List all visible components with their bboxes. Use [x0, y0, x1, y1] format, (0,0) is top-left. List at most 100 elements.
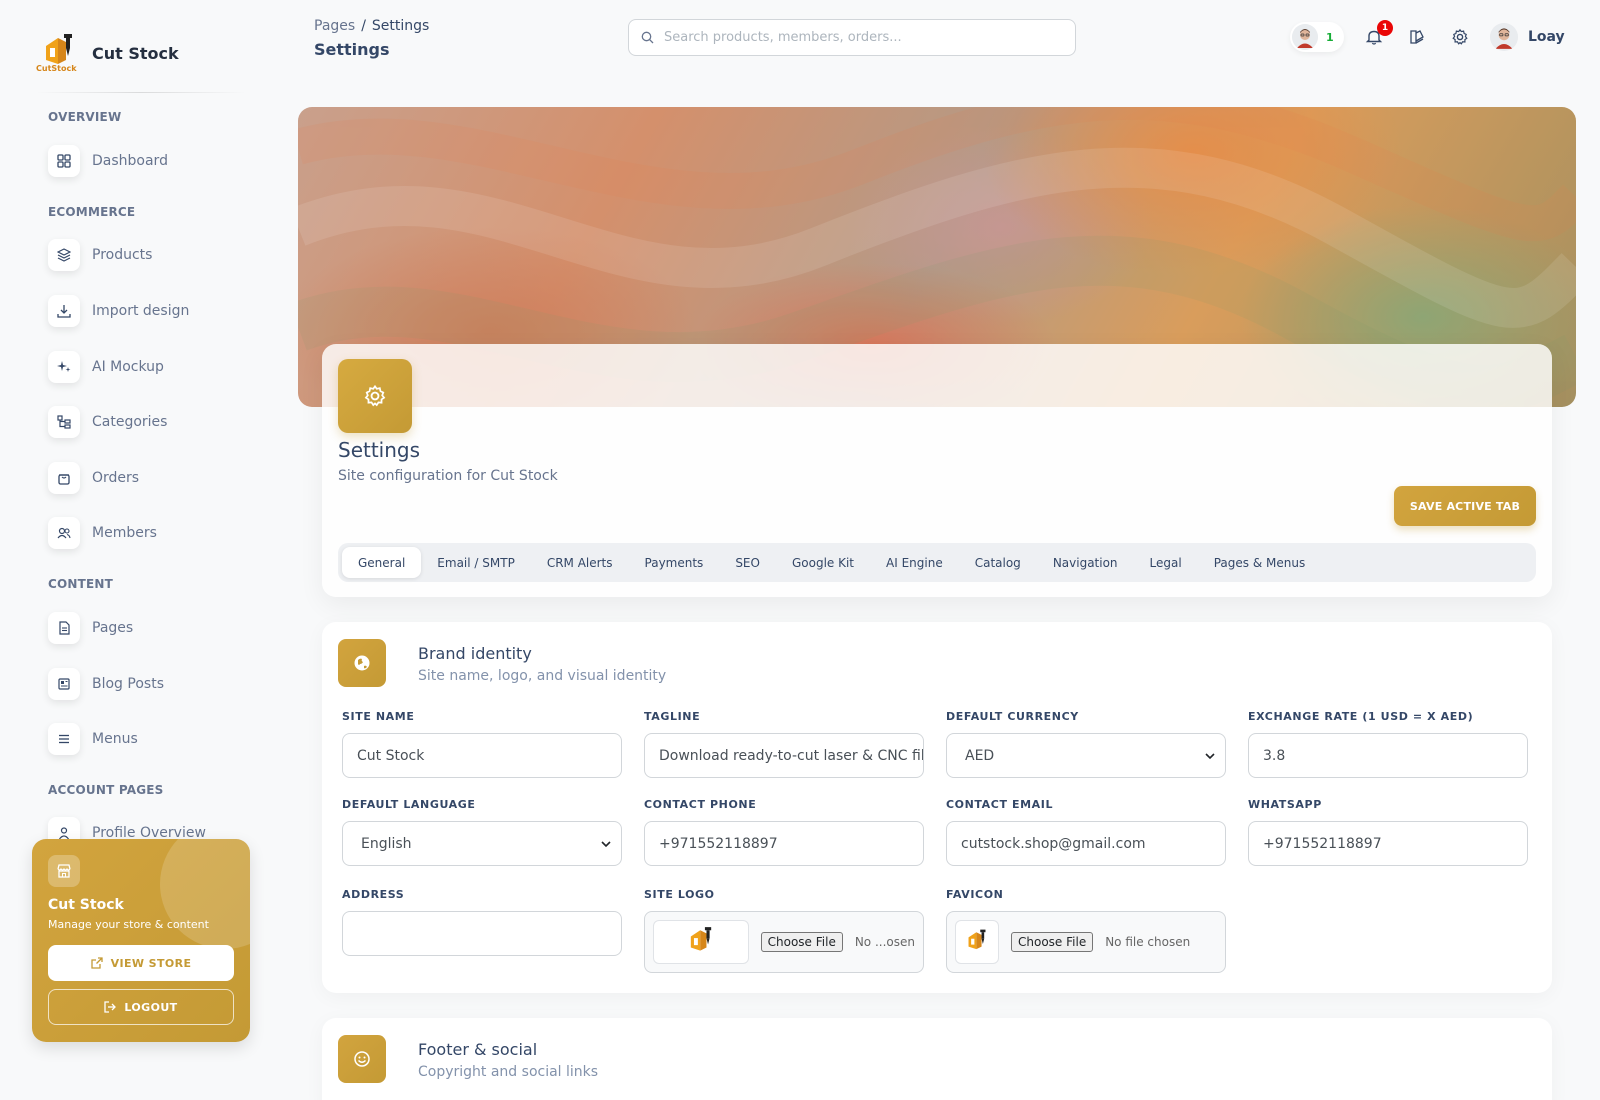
view-store-label: VIEW STORE — [110, 956, 192, 970]
tab-crm-alerts[interactable]: CRM Alerts — [531, 547, 629, 578]
tagline-input[interactable]: Download ready-to-cut laser & CNC file — [644, 733, 924, 778]
logout-icon — [104, 1001, 117, 1013]
settings-header-card: Settings Site configuration for Cut Stoc… — [322, 344, 1552, 597]
site-name-input[interactable]: Cut Stock — [342, 733, 622, 778]
nav-section-ecommerce: ECOMMERCE — [48, 205, 136, 219]
tab-general[interactable]: General — [342, 547, 422, 578]
sidebar-item-products[interactable]: Products — [48, 238, 152, 272]
default-currency-label: DEFAULT CURRENCY — [946, 710, 1079, 723]
external-link-icon — [90, 957, 103, 969]
sidebar-item-members[interactable]: Members — [48, 516, 157, 550]
default-currency-field: DEFAULT CURRENCY AED — [946, 710, 1226, 778]
tab-ai-engine[interactable]: AI Engine — [870, 547, 959, 578]
tab-google-kit[interactable]: Google Kit — [776, 547, 870, 578]
sidebar-item-label: Import design — [92, 303, 190, 319]
default-currency-value: AED — [965, 747, 995, 764]
store-card: Cut Stock Manage your store & content VI… — [32, 839, 250, 1042]
default-language-label: DEFAULT LANGUAGE — [342, 798, 476, 811]
breadcrumb-parent[interactable]: Pages — [314, 18, 355, 34]
user-menu[interactable]: Loay — [1490, 22, 1565, 52]
tab-navigation[interactable]: Navigation — [1037, 547, 1134, 578]
favicon-label: FAVICON — [946, 888, 1004, 901]
site-logo-preview — [653, 920, 749, 964]
search-icon — [641, 31, 654, 44]
theme-button[interactable] — [1406, 26, 1428, 48]
tab-seo[interactable]: SEO — [719, 547, 776, 578]
notifications-button[interactable]: 1 — [1363, 20, 1393, 48]
favicon-field: FAVICON Choose File No file chosen — [946, 888, 1226, 973]
chevron-down-icon — [1205, 752, 1215, 759]
sidebar-item-import-design[interactable]: Import design — [48, 294, 189, 328]
settings-subtitle: Site configuration for Cut Stock — [338, 468, 558, 484]
contact-email-input[interactable]: cutstock.shop@gmail.com — [946, 821, 1226, 866]
sidebar-item-menus[interactable]: Menus — [48, 722, 138, 756]
view-store-button[interactable]: VIEW STORE — [48, 945, 234, 981]
logout-button[interactable]: LOGOUT — [48, 989, 234, 1025]
online-users-chip[interactable]: 1 — [1290, 22, 1344, 52]
shopping-bag-icon — [48, 462, 80, 494]
sidebar-item-categories[interactable]: Categories — [48, 405, 167, 439]
footer-social-title: Footer & social — [418, 1040, 538, 1059]
exchange-rate-input[interactable]: 3.8 — [1248, 733, 1528, 778]
sidebar-item-label: Products — [92, 247, 153, 263]
tab-catalog[interactable]: Catalog — [959, 547, 1037, 578]
sidebar-item-label: Members — [92, 525, 157, 541]
settings-button[interactable] — [1449, 26, 1471, 48]
footer-social-card: Footer & social Copyright and social lin… — [322, 1018, 1552, 1100]
palette-icon — [1410, 30, 1424, 44]
footer-social-subtitle: Copyright and social links — [418, 1064, 599, 1080]
notification-badge: 1 — [1377, 20, 1393, 36]
sparkles-icon — [48, 351, 80, 383]
site-logo-field: SITE LOGO Choose File No ...osen — [644, 888, 924, 973]
globe-icon — [354, 655, 370, 671]
site-logo-label: SITE LOGO — [644, 888, 715, 901]
default-currency-select[interactable]: AED — [946, 733, 1226, 778]
settings-tabs: General Email / SMTP CRM Alerts Payments SEO… — [338, 543, 1536, 582]
store-card-title: Cut Stock — [48, 897, 124, 913]
sidebar-item-label: Blog Posts — [92, 676, 164, 692]
save-active-tab-button[interactable]: SAVE ACTIVE TAB — [1394, 486, 1536, 526]
sidebar: CutStock Cut Stock OVERVIEW Dashboard EC… — [0, 0, 265, 1100]
sidebar-item-dashboard[interactable]: Dashboard — [48, 144, 168, 178]
store-icon — [48, 855, 80, 887]
nav-section-account: ACCOUNT PAGES — [48, 783, 164, 797]
brand-identity-icon — [338, 639, 386, 687]
sidebar-item-blog-posts[interactable]: Blog Posts — [48, 667, 164, 701]
contact-phone-input[interactable]: +971552118897 — [644, 821, 924, 866]
brand-identity-subtitle: Site name, logo, and visual identity — [418, 668, 667, 684]
tab-pages-menus[interactable]: Pages & Menus — [1198, 547, 1322, 578]
default-language-select[interactable]: English — [342, 821, 622, 866]
whatsapp-input[interactable]: +971552118897 — [1248, 821, 1528, 866]
sidebar-item-label: Orders — [92, 470, 140, 486]
address-input[interactable] — [342, 911, 622, 956]
contact-phone-label: CONTACT PHONE — [644, 798, 757, 811]
user-avatar — [1490, 23, 1518, 51]
settings-header-icon — [338, 359, 412, 433]
tab-email-smtp[interactable]: Email / SMTP — [421, 547, 531, 578]
layers-icon — [48, 239, 80, 271]
dashboard-icon — [48, 145, 80, 177]
sidebar-item-ai-mockup[interactable]: AI Mockup — [48, 350, 164, 384]
brand-identity-title: Brand identity — [418, 644, 532, 663]
sidebar-item-orders[interactable]: Orders — [48, 461, 139, 495]
brand[interactable]: CutStock Cut Stock — [36, 30, 179, 76]
site-logo-choose-file-button[interactable]: Choose File — [760, 932, 843, 952]
tree-icon — [48, 406, 80, 438]
tagline-field: TAGLINE Download ready-to-cut laser & CN… — [644, 710, 924, 778]
site-logo-file-status: No ...osen — [854, 935, 915, 949]
contact-email-label: CONTACT EMAIL — [946, 798, 1054, 811]
gear-icon — [1452, 28, 1468, 45]
favicon-upload: Choose File No file chosen — [946, 911, 1226, 973]
nav-section-content: CONTENT — [48, 577, 114, 591]
user-name: Loay — [1528, 29, 1565, 45]
favicon-choose-file-button[interactable]: Choose File — [1011, 932, 1094, 952]
sidebar-item-pages[interactable]: Pages — [48, 611, 133, 645]
default-language-field: DEFAULT LANGUAGE English — [342, 798, 622, 866]
sidebar-item-label: Menus — [92, 731, 138, 747]
search-input[interactable] — [664, 30, 1044, 45]
tab-legal[interactable]: Legal — [1134, 547, 1198, 578]
menu-icon — [48, 723, 80, 755]
contact-phone-field: CONTACT PHONE +971552118897 — [644, 798, 924, 866]
sidebar-item-label: Pages — [92, 620, 134, 636]
tab-payments[interactable]: Payments — [629, 547, 720, 578]
